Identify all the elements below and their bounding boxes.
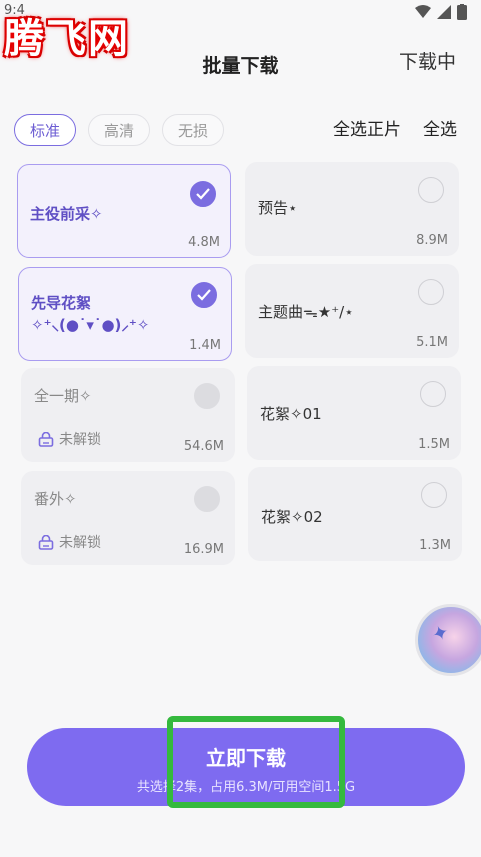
lock-icon <box>38 534 54 550</box>
select-all-link[interactable]: 全选 <box>423 115 457 140</box>
unchecked-circle-icon[interactable] <box>418 279 444 305</box>
select-links: 全选正片 全选 <box>333 115 457 140</box>
episode-size: 1.4M <box>189 338 221 353</box>
episode-size: 1.5M <box>418 437 450 452</box>
episode-title: 花絮✧01 <box>260 405 322 423</box>
episode-size: 4.8M <box>188 235 220 250</box>
signal-icon <box>437 5 451 19</box>
battery-icon <box>457 4 467 20</box>
episode-size: 1.3M <box>419 538 451 553</box>
episode-title: 番外✧ <box>34 490 77 508</box>
select-episodes-link[interactable]: 全选正片 <box>333 115 401 140</box>
checked-icon[interactable] <box>190 181 216 207</box>
episode-card[interactable]: 主题曲ᯓ★⁺/⋆ 5.1M <box>245 264 459 358</box>
storage-info: 共选择2集，占用6.3M/可用空间1.5G <box>136 780 356 795</box>
unchecked-circle-icon[interactable] <box>420 381 446 407</box>
lock-status: 未解锁 <box>38 429 101 449</box>
episode-title: 主题曲ᯓ★⁺/⋆ <box>258 303 354 321</box>
lock-status: 未解锁 <box>38 532 101 552</box>
lock-label: 未解锁 <box>59 432 101 448</box>
episode-card[interactable]: 预告⋆ 8.9M <box>245 162 459 256</box>
episode-title: 先导花絮 ✧⁺⸜(●˙▾˙●)⸝⁺✧ <box>31 294 150 334</box>
episode-card[interactable]: 先导花絮 ✧⁺⸜(●˙▾˙●)⸝⁺✧ 1.4M <box>18 267 232 361</box>
episode-card[interactable]: 花絮✧01 1.5M <box>247 366 461 460</box>
episode-size: 16.9M <box>183 542 224 557</box>
episode-card[interactable]: 主役前采✧ 4.8M <box>17 164 231 258</box>
lock-icon <box>38 431 54 447</box>
episode-size: 5.1M <box>416 335 448 350</box>
downloading-link[interactable]: 下载中 <box>399 47 456 74</box>
tab-hd[interactable]: 高清 <box>88 114 151 146</box>
episode-card-locked[interactable]: 全一期✧ 未解锁 54.6M <box>21 368 235 462</box>
download-now-button[interactable]: 立即下载 共选择2集，占用6.3M/可用空间1.5G <box>27 728 465 806</box>
episode-title: 主役前采✧ <box>30 205 103 223</box>
tab-lossless[interactable]: 无损 <box>162 114 225 146</box>
watermark-logo: 腾飞网 <box>4 15 130 62</box>
wifi-icon <box>415 5 431 18</box>
episode-title: 花絮✧02 <box>261 508 323 526</box>
avatar-art: ✦ <box>428 618 453 648</box>
episode-card[interactable]: 花絮✧02 1.3M <box>248 467 462 561</box>
status-icons <box>415 4 467 20</box>
episode-title: 预告⋆ <box>258 199 298 217</box>
episode-size: 54.6M <box>183 439 224 454</box>
unchecked-circle-icon[interactable] <box>418 177 444 203</box>
floating-avatar[interactable]: ✦ <box>415 604 481 676</box>
episode-card-locked[interactable]: 番外✧ 未解锁 16.9M <box>21 471 235 565</box>
tab-standard[interactable]: 标准 <box>14 114 77 146</box>
episode-size: 8.9M <box>416 233 448 248</box>
episode-title: 全一期✧ <box>34 387 92 405</box>
disabled-circle-icon <box>194 383 220 409</box>
download-label: 立即下载 <box>206 746 286 770</box>
unchecked-circle-icon[interactable] <box>421 482 447 508</box>
quality-tabs: 标准 高清 无损 <box>14 114 225 146</box>
checked-icon[interactable] <box>191 282 217 308</box>
disabled-circle-icon <box>194 486 220 512</box>
lock-label: 未解锁 <box>59 535 101 551</box>
